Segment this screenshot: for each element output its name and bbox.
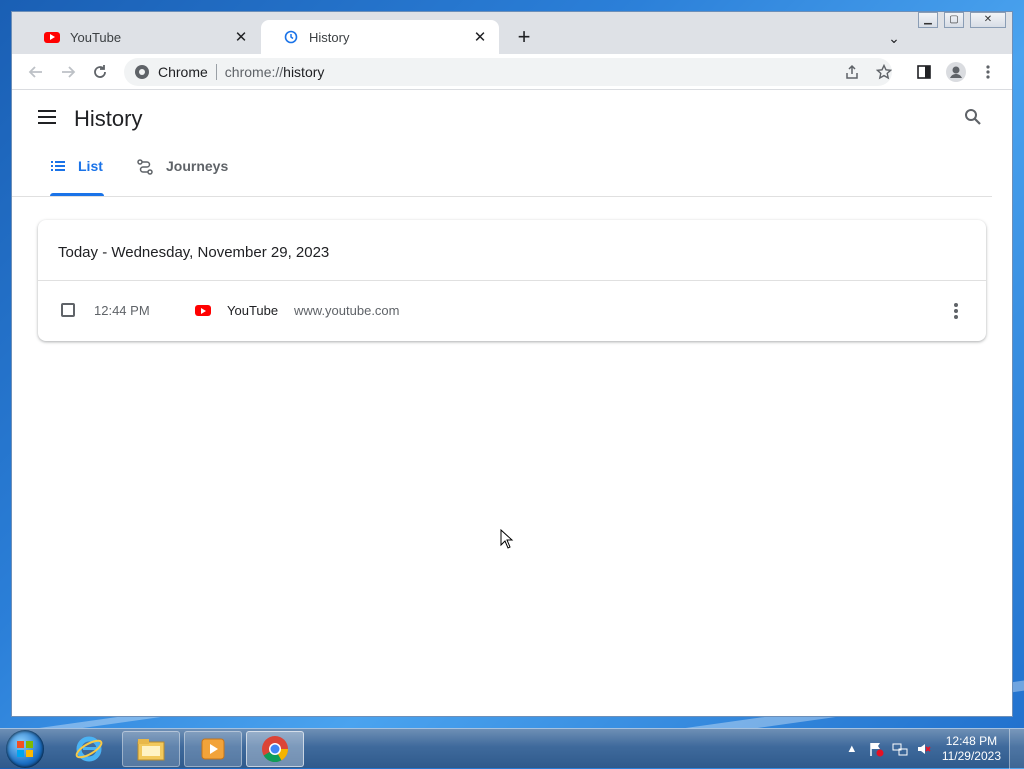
- close-tab-icon[interactable]: ✕: [232, 28, 250, 46]
- active-tab-indicator: [50, 193, 104, 196]
- close-window-button[interactable]: ✕: [970, 12, 1006, 28]
- youtube-icon: [44, 29, 60, 45]
- back-button[interactable]: [24, 60, 48, 84]
- youtube-icon: [195, 305, 211, 316]
- tab-journeys-label: Journeys: [166, 158, 229, 174]
- tab-history[interactable]: History ✕: [261, 20, 499, 54]
- clock-time: 12:48 PM: [945, 734, 998, 748]
- taskbar-internet-explorer[interactable]: [60, 731, 118, 767]
- history-entry[interactable]: 12:44 PM YouTube www.youtube.com: [38, 281, 986, 341]
- browser-toolbar: Chrome chrome:// history: [12, 54, 1012, 90]
- history-page: History List Journeys Today - Wednesday,…: [12, 90, 1012, 716]
- show-hidden-icons-icon[interactable]: ▲: [844, 741, 860, 757]
- journeys-icon: [136, 158, 154, 179]
- tab-list[interactable]: List: [50, 158, 104, 196]
- address-bar[interactable]: Chrome chrome:// history: [124, 58, 892, 86]
- bookmark-star-icon[interactable]: [872, 60, 896, 84]
- search-icon[interactable]: [964, 108, 986, 130]
- taskbar-chrome[interactable]: [246, 731, 304, 767]
- taskbar: ▲ 12:48 PM 11/29/2023: [0, 728, 1024, 769]
- clock-date: 11/29/2023: [941, 749, 1001, 763]
- minimize-button[interactable]: ▁: [918, 12, 938, 28]
- windows-logo-icon: [17, 741, 33, 757]
- page-title: History: [74, 106, 143, 131]
- tab-list-label: List: [78, 158, 103, 174]
- tab-strip: YouTube ✕ History ✕ + ⌄ ▁ ▢ ✕: [12, 12, 1012, 54]
- taskbar-media-player[interactable]: [184, 731, 242, 767]
- internet-explorer-icon: [75, 736, 103, 762]
- forward-button[interactable]: [56, 60, 80, 84]
- action-center-flag-icon[interactable]: [868, 741, 884, 757]
- menu-icon[interactable]: [38, 110, 56, 124]
- chrome-icon: [262, 736, 289, 763]
- omnibox-prefix: Chrome: [158, 64, 208, 80]
- omnibox-separator: [215, 64, 217, 80]
- media-player-icon: [201, 738, 225, 760]
- close-tab-icon[interactable]: ✕: [471, 28, 489, 46]
- tab-journeys[interactable]: Journeys: [136, 158, 236, 196]
- new-tab-button[interactable]: +: [512, 26, 536, 50]
- entry-time: 12:44 PM: [94, 303, 150, 318]
- entry-title-link[interactable]: YouTube: [227, 303, 278, 318]
- folder-icon: [137, 739, 165, 761]
- show-desktop-button[interactable]: [1009, 729, 1024, 769]
- mouse-cursor-icon: [500, 529, 514, 549]
- reload-button[interactable]: [88, 60, 112, 84]
- history-tabs: List Journeys: [12, 146, 992, 197]
- tab-title: History: [309, 29, 350, 45]
- chrome-icon: [134, 64, 150, 80]
- tab-youtube[interactable]: YouTube ✕: [22, 20, 260, 54]
- tab-title: YouTube: [70, 29, 122, 45]
- url-scheme: chrome://: [224, 64, 284, 80]
- history-day-card: Today - Wednesday, November 29, 2023 12:…: [38, 220, 986, 341]
- more-actions-icon[interactable]: [946, 299, 966, 323]
- tab-search-button[interactable]: ⌄: [882, 26, 906, 50]
- taskbar-file-explorer[interactable]: [122, 731, 180, 767]
- network-icon[interactable]: [892, 741, 908, 757]
- volume-muted-icon[interactable]: [916, 741, 932, 757]
- entry-checkbox[interactable]: [61, 303, 75, 317]
- share-icon[interactable]: [840, 60, 864, 84]
- entry-domain: www.youtube.com: [294, 303, 400, 318]
- side-panel-icon[interactable]: [912, 60, 936, 84]
- browser-window: YouTube ✕ History ✕ + ⌄ ▁ ▢ ✕ Chrome chr…: [11, 11, 1013, 717]
- day-header: Today - Wednesday, November 29, 2023: [58, 244, 330, 261]
- url-path: history: [283, 64, 325, 80]
- system-tray: ▲ 12:48 PM 11/29/2023: [840, 729, 1024, 769]
- list-icon: [50, 158, 66, 177]
- history-icon: [283, 29, 299, 45]
- chrome-menu-icon[interactable]: [976, 60, 1000, 84]
- maximize-button[interactable]: ▢: [944, 12, 964, 28]
- profile-avatar-icon[interactable]: [944, 60, 968, 84]
- clock[interactable]: 12:48 PM 11/29/2023: [942, 734, 1001, 764]
- start-button[interactable]: [6, 730, 44, 768]
